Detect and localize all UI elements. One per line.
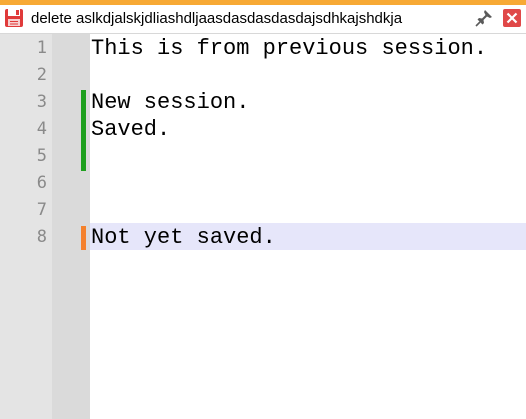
- tab-title: delete aslkdjalskjdliashdljaasdasdasdasd…: [31, 10, 403, 27]
- code-line[interactable]: This is from previous session.: [91, 35, 487, 62]
- document-tab[interactable]: delete aslkdjalskjdliashdljaasdasdasdasd…: [0, 0, 526, 34]
- line-number: 3: [36, 92, 47, 112]
- line-number: 8: [36, 227, 47, 247]
- code-line[interactable]: New session.: [91, 89, 249, 116]
- saved-change-marker: [81, 90, 86, 171]
- close-icon[interactable]: [503, 9, 521, 27]
- line-number: 2: [36, 65, 47, 85]
- line-number: 5: [36, 146, 47, 166]
- code-line[interactable]: Not yet saved.: [91, 224, 276, 251]
- pin-icon[interactable]: [474, 8, 494, 28]
- code-line[interactable]: Saved.: [91, 116, 170, 143]
- unsaved-change-marker: [81, 226, 86, 250]
- line-number: 1: [36, 38, 47, 58]
- editor-area[interactable]: 1 2 3 4 5 6 7 8 This is from previous se…: [0, 34, 526, 419]
- tab-bar: delete aslkdjalskjdliashdljaasdasdasdasd…: [0, 0, 526, 34]
- line-number: 6: [36, 173, 47, 193]
- floppy-disk-icon: [5, 9, 23, 27]
- line-number: 4: [36, 119, 47, 139]
- line-number: 7: [36, 200, 47, 220]
